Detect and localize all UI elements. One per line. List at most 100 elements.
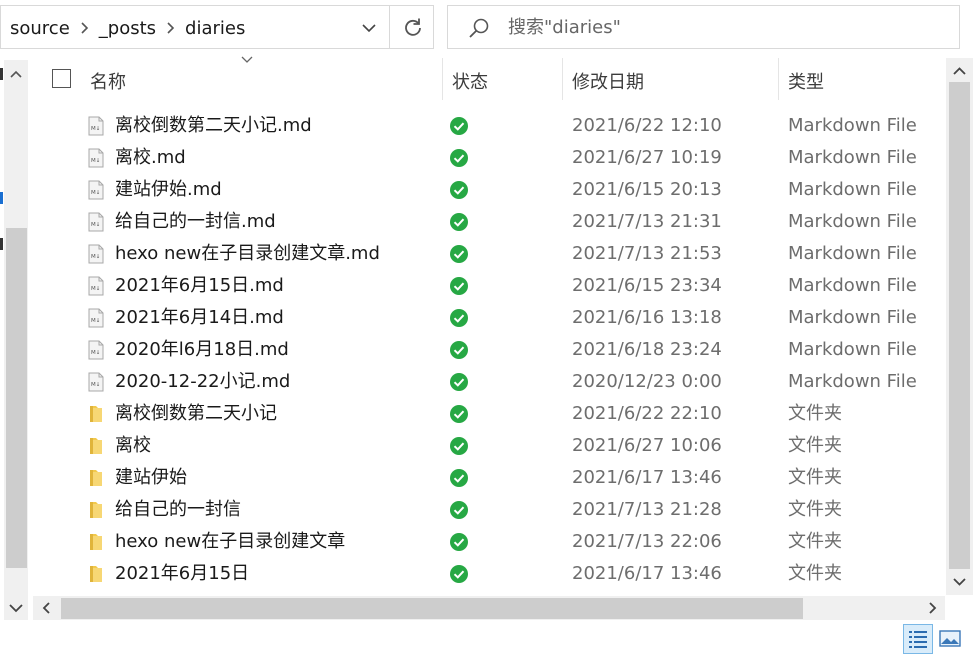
file-row[interactable]: M↓ 2021年6月15日.md 2021/6/15 23:34 Markdown F… — [35, 270, 943, 302]
chevron-down-icon — [362, 23, 376, 32]
item-type: Markdown File — [788, 179, 917, 200]
folder-row[interactable]: hexo new在子目录创建文章 2021/7/13 22:06 文件夹 — [35, 526, 943, 558]
markdown-file-icon: M↓ — [88, 244, 104, 264]
column-header-date[interactable]: 修改日期 — [572, 68, 644, 94]
crumb-source[interactable]: source — [10, 18, 70, 39]
chevron-right-icon — [929, 602, 937, 614]
svg-text:M↓: M↓ — [91, 189, 100, 196]
column-header-name[interactable]: 名称 — [90, 68, 126, 94]
item-name: 离校 — [115, 435, 151, 456]
file-row[interactable]: M↓ 离校.md 2021/6/27 10:19 Markdown File — [35, 142, 943, 174]
sync-ok-icon — [450, 501, 468, 519]
column-header-type[interactable]: 类型 — [788, 68, 824, 94]
item-name: 2020年l6月18日.md — [115, 339, 289, 360]
item-name: 离校倒数第二天小记 — [115, 403, 277, 424]
folder-row[interactable]: 离校倒数第二天小记 2021/6/22 22:10 文件夹 — [35, 398, 943, 430]
file-row[interactable]: M↓ 给自己的一封信.md 2021/7/13 21:31 Markdown File — [35, 206, 943, 238]
item-modified-date: 2021/7/13 21:28 — [572, 499, 722, 520]
markdown-file-icon: M↓ — [88, 372, 104, 392]
large-icons-view-button[interactable] — [938, 628, 962, 650]
svg-text:M↓: M↓ — [91, 285, 100, 292]
item-modified-date: 2021/6/17 13:46 — [572, 563, 722, 584]
sync-ok-icon — [450, 565, 468, 583]
file-list-vertical-scroll-thumb[interactable] — [949, 82, 970, 569]
chevron-right-icon[interactable] — [166, 21, 175, 35]
nav-pane-scroll-thumb[interactable] — [6, 228, 27, 568]
crumb-posts[interactable]: _posts — [99, 18, 156, 39]
item-name: 建站伊始.md — [115, 179, 222, 200]
item-name: 2020-12-22小记.md — [115, 371, 291, 392]
folder-icon — [90, 502, 102, 518]
item-type: 文件夹 — [788, 435, 842, 456]
svg-text:M↓: M↓ — [91, 253, 100, 260]
address-bar[interactable]: source _posts diaries — [0, 5, 434, 49]
column-divider[interactable] — [778, 58, 779, 100]
svg-text:M↓: M↓ — [91, 221, 100, 228]
item-modified-date: 2021/6/15 23:34 — [572, 275, 722, 296]
sync-ok-icon — [450, 213, 468, 231]
chevron-down-icon — [9, 604, 23, 613]
scroll-left-button[interactable] — [35, 597, 59, 619]
item-modified-date: 2021/7/13 21:31 — [572, 211, 722, 232]
sync-ok-icon — [450, 149, 468, 167]
nav-pane-clipped-item — [0, 238, 3, 250]
large-icons-view-icon — [939, 630, 961, 647]
file-row[interactable]: M↓ 离校倒数第二天小记.md 2021/6/22 12:10 Markdown Fi… — [35, 110, 943, 142]
scroll-down-button[interactable] — [946, 571, 973, 593]
item-name: 给自己的一封信 — [115, 499, 241, 520]
sync-ok-icon — [450, 309, 468, 327]
item-modified-date: 2021/6/22 12:10 — [572, 115, 722, 136]
crumb-diaries[interactable]: diaries — [185, 18, 245, 39]
select-all-checkbox[interactable] — [52, 69, 71, 88]
refresh-button[interactable] — [389, 6, 436, 48]
sync-ok-icon — [450, 373, 468, 391]
markdown-file-icon: M↓ — [88, 148, 104, 168]
search-box[interactable] — [447, 5, 960, 49]
refresh-icon — [405, 18, 421, 36]
svg-text:M↓: M↓ — [91, 157, 100, 164]
folder-icon — [90, 438, 102, 454]
sync-ok-icon — [450, 469, 468, 487]
file-row[interactable]: M↓ 2020-12-22小记.md 2020/12/23 0:00 Markdown… — [35, 366, 943, 398]
folder-icon — [90, 406, 102, 422]
search-input[interactable] — [508, 6, 948, 48]
details-view-button[interactable] — [903, 624, 933, 654]
column-divider[interactable] — [442, 58, 443, 100]
item-type: Markdown File — [788, 243, 917, 264]
item-modified-date: 2021/7/13 22:06 — [572, 531, 722, 552]
file-row[interactable]: M↓ 2020年l6月18日.md 2021/6/18 23:24 Markdown … — [35, 334, 943, 366]
markdown-file-icon: M↓ — [88, 276, 104, 296]
folder-icon — [90, 566, 102, 582]
column-divider[interactable] — [562, 58, 563, 100]
markdown-file-icon: M↓ — [88, 116, 104, 136]
scroll-right-button[interactable] — [920, 597, 944, 619]
sync-ok-icon — [450, 437, 468, 455]
item-name: hexo new在子目录创建文章 — [115, 531, 346, 552]
item-name: 2021年6月14日.md — [115, 307, 284, 328]
file-row[interactable]: M↓ hexo new在子目录创建文章.md 2021/7/13 21:53 Mark… — [35, 238, 943, 270]
folder-row[interactable]: 离校 2021/6/27 10:06 文件夹 — [35, 430, 943, 462]
item-type: Markdown File — [788, 339, 917, 360]
sync-ok-icon — [450, 405, 468, 423]
search-icon — [469, 18, 489, 38]
nav-pane-scroll-up[interactable] — [4, 62, 28, 86]
sync-ok-icon — [450, 181, 468, 199]
item-modified-date: 2021/6/27 10:06 — [572, 435, 722, 456]
file-row[interactable]: M↓ 建站伊始.md 2021/6/15 20:13 Markdown File — [35, 174, 943, 206]
folder-row[interactable]: 给自己的一封信 2021/7/13 21:28 文件夹 — [35, 494, 943, 526]
folder-row[interactable]: 建站伊始 2021/6/17 13:46 文件夹 — [35, 462, 943, 494]
column-header-status[interactable]: 状态 — [452, 68, 488, 94]
scroll-up-button[interactable] — [946, 60, 973, 82]
svg-text:M↓: M↓ — [91, 349, 100, 356]
item-type: Markdown File — [788, 275, 917, 296]
address-history-dropdown[interactable] — [351, 6, 387, 50]
markdown-file-icon: M↓ — [88, 308, 104, 328]
item-name: 建站伊始 — [115, 467, 187, 488]
file-list-horizontal-scroll-thumb[interactable] — [61, 598, 803, 619]
folder-row[interactable]: 2021年6月15日 2021/6/17 13:46 文件夹 — [35, 558, 943, 590]
nav-pane-scroll-down[interactable] — [4, 596, 28, 620]
chevron-right-icon[interactable] — [80, 21, 89, 35]
folder-icon — [90, 534, 102, 550]
item-type: 文件夹 — [788, 531, 842, 552]
file-row[interactable]: M↓ 2021年6月14日.md 2021/6/16 13:18 Markdown F… — [35, 302, 943, 334]
